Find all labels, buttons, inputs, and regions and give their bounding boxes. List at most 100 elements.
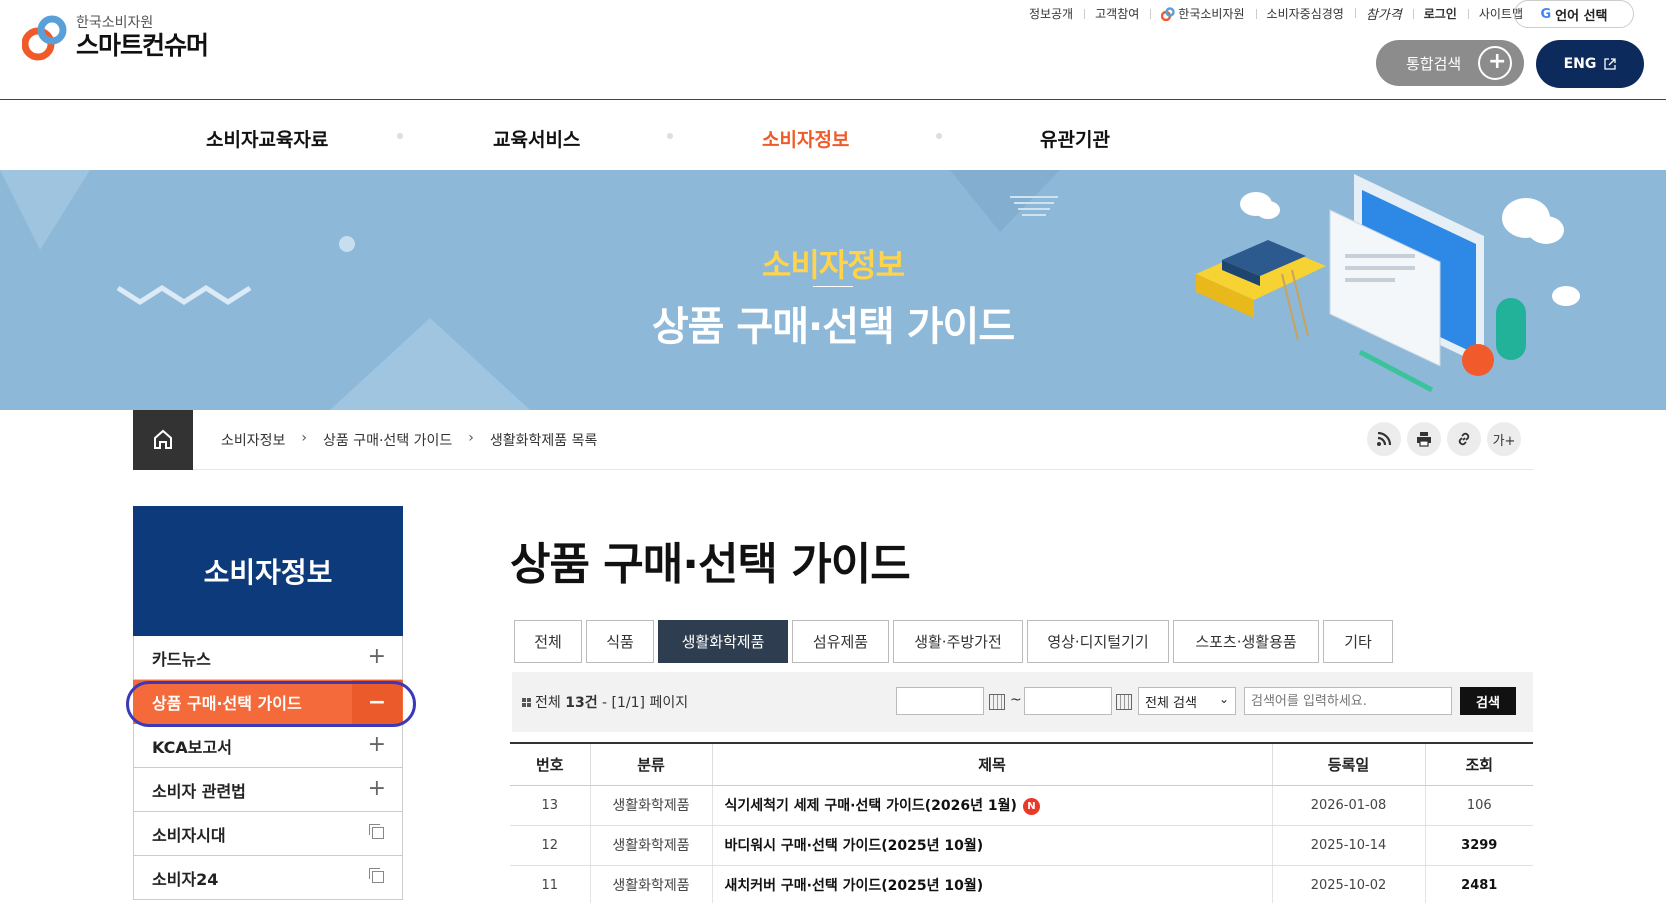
search-plus-icon (1478, 46, 1512, 80)
google-icon: G (1540, 6, 1552, 22)
home-button[interactable] (133, 410, 193, 470)
page-banner: 소비자정보 상품 구매·선택 가이드 (0, 170, 1666, 410)
board-table: 번호 분류 제목 등록일 조회 13 생활화학제품 식기세척기 세제 구매·선택… (510, 742, 1533, 903)
row-date: 2025-10-14 (1271, 825, 1425, 866)
search-submit-button[interactable]: 검색 (1460, 687, 1516, 715)
row-number: 11 (510, 865, 590, 903)
font-size-label: 가+ (1492, 433, 1516, 449)
tab-etc[interactable]: 기타 (1323, 620, 1393, 663)
util-link-price[interactable]: 참가격 (1354, 4, 1413, 23)
column-header-category: 분류 (589, 743, 712, 786)
row-category: 생활화학제품 (589, 825, 712, 866)
kca-logo-icon (1161, 6, 1175, 21)
tab-food[interactable]: 식품 (586, 620, 654, 663)
column-header-number: 번호 (510, 743, 590, 786)
total-count: 전체 13건 - [1/1] 페이지 (522, 692, 688, 712)
side-nav-item-consumer24[interactable]: 소비자24 (133, 856, 403, 900)
rss-button[interactable] (1367, 422, 1401, 456)
language-select-label: 언어 선택 (1555, 8, 1608, 24)
gnb-item-education-service[interactable]: 교육서비스 (493, 125, 580, 152)
integrated-search-button[interactable]: 통합검색 (1376, 40, 1524, 86)
tab-all[interactable]: 전체 (514, 620, 582, 663)
tab-sports-goods[interactable]: 스포츠·생활용품 (1173, 620, 1319, 663)
keyword-input[interactable] (1244, 687, 1452, 715)
row-title-link[interactable]: 식기세척기 세제 구매·선택 가이드(2026년 1월) (725, 798, 1017, 814)
column-header-title: 제목 (711, 743, 1272, 786)
total-prefix: 전체 (535, 695, 566, 711)
calendar-icon[interactable] (989, 694, 1005, 710)
util-link-kca[interactable]: 한국소비자원 (1150, 5, 1255, 22)
util-link-participation[interactable]: 고객참여 (1084, 5, 1150, 22)
board-search-bar: 전체 13건 - [1/1] 페이지 ~ 전체 검색 ⌄ 검색 (512, 672, 1533, 732)
breadcrumb-item[interactable]: 소비자정보 (221, 430, 285, 450)
row-title-cell: 바디워시 구매·선택 가이드(2025년 10월) (711, 825, 1272, 866)
gnb-item-related-orgs[interactable]: 유관기관 (1040, 125, 1110, 152)
rss-icon (1377, 431, 1392, 446)
chevron-right-icon: › (468, 430, 474, 446)
tab-textile[interactable]: 섬유제품 (792, 620, 889, 663)
breadcrumb-item[interactable]: 상품 구매·선택 가이드 (323, 430, 452, 450)
gnb-item-education-materials[interactable]: 소비자교육자료 (206, 125, 328, 152)
table-row: 11 생활화학제품 새치커버 구매·선택 가이드(2025년 10월) 2025… (510, 865, 1533, 903)
gnb-item-consumer-info[interactable]: 소비자정보 (762, 125, 849, 152)
util-link-disclosure[interactable]: 정보공개 (1018, 5, 1084, 22)
page-info: - [1/1] 페이지 (597, 695, 689, 711)
print-button[interactable] (1407, 422, 1441, 456)
date-range-tilde: ~ (1010, 692, 1022, 708)
tab-digital-devices[interactable]: 영상·디지털기기 (1027, 620, 1169, 663)
row-views: 2481 (1424, 865, 1533, 903)
column-header-views: 조회 (1424, 743, 1533, 786)
side-nav-item-card-news[interactable]: 카드뉴스 + (133, 636, 403, 680)
share-link-button[interactable] (1447, 422, 1481, 456)
new-window-icon (369, 868, 384, 883)
link-icon (1458, 432, 1470, 446)
row-number: 13 (510, 785, 590, 826)
main-nav: 소비자교육자료 교육서비스 소비자정보 유관기관 (0, 99, 1666, 169)
side-nav-item-kca-report[interactable]: KCA보고서 + (133, 724, 403, 768)
external-link-icon (1604, 58, 1617, 70)
plus-icon: + (367, 644, 386, 669)
total-count-value: 13건 (565, 695, 598, 711)
breadcrumb-item-current: 생활화학제품 목록 (489, 433, 598, 449)
end-date-input[interactable] (1024, 687, 1112, 715)
banner-illustration (0, 170, 1580, 410)
side-nav-item-label: 소비자 관련법 (152, 781, 246, 801)
search-scope-value: 전체 검색 (1145, 695, 1197, 711)
chevron-down-icon: ⌄ (1218, 692, 1229, 706)
row-title-link[interactable]: 바디워시 구매·선택 가이드(2025년 10월) (725, 838, 984, 854)
banner-title: 상품 구매·선택 가이드 (651, 304, 1015, 350)
row-title-cell: 식기세척기 세제 구매·선택 가이드(2026년 1월) N (711, 785, 1272, 826)
font-size-button[interactable]: 가+ (1487, 422, 1521, 456)
row-category: 생활화학제품 (589, 785, 712, 826)
tab-kitchen-appliances[interactable]: 생활·주방가전 (893, 620, 1023, 663)
english-site-button[interactable]: ENG (1536, 40, 1644, 88)
print-icon (1417, 432, 1431, 447)
breadcrumb: 소비자정보 › 상품 구매·선택 가이드 › 생활화학제품 목록 가+ (133, 410, 1533, 470)
row-title-link[interactable]: 새치커버 구매·선택 가이드(2025년 10월) (725, 878, 984, 894)
category-tabs: 전체 식품 생활화학제품 섬유제품 생활·주방가전 영상·디지털기기 스포츠·생… (514, 620, 1397, 663)
row-views: 3299 (1424, 825, 1533, 866)
chevron-right-icon: › (301, 430, 308, 446)
banner-divider (813, 286, 853, 287)
util-link-ccm[interactable]: 소비자중심경영 (1255, 5, 1355, 22)
side-nav-item-consumer-law[interactable]: 소비자 관련법 + (133, 768, 403, 812)
banner-subtitle: 소비자정보 (761, 246, 905, 284)
row-number: 12 (510, 825, 590, 866)
row-date: 2025-10-02 (1271, 865, 1425, 903)
english-site-label: ENG (1563, 56, 1597, 72)
site-logo[interactable]: 한국소비자원 스마트컨슈머 (21, 14, 209, 62)
calendar-icon[interactable] (1116, 694, 1132, 710)
row-date: 2026-01-08 (1271, 785, 1425, 826)
util-link-kca-label: 한국소비자원 (1178, 7, 1245, 21)
util-link-login[interactable]: 로그인 (1412, 5, 1468, 22)
start-date-input[interactable] (896, 687, 984, 715)
side-nav-item-consumer-times[interactable]: 소비자시대 (133, 812, 403, 856)
tab-chemical-products[interactable]: 생활화학제품 (658, 620, 788, 663)
plus-icon: + (367, 732, 386, 757)
page-title: 상품 구매·선택 가이드 (510, 539, 911, 590)
logo-org-name: 한국소비자원 (76, 15, 154, 31)
side-nav-item-label: 카드뉴스 (152, 649, 211, 669)
search-scope-select[interactable]: 전체 검색 ⌄ (1138, 687, 1236, 715)
language-select-button[interactable]: G 언어 선택 (1514, 0, 1634, 28)
row-views: 106 (1424, 785, 1533, 826)
